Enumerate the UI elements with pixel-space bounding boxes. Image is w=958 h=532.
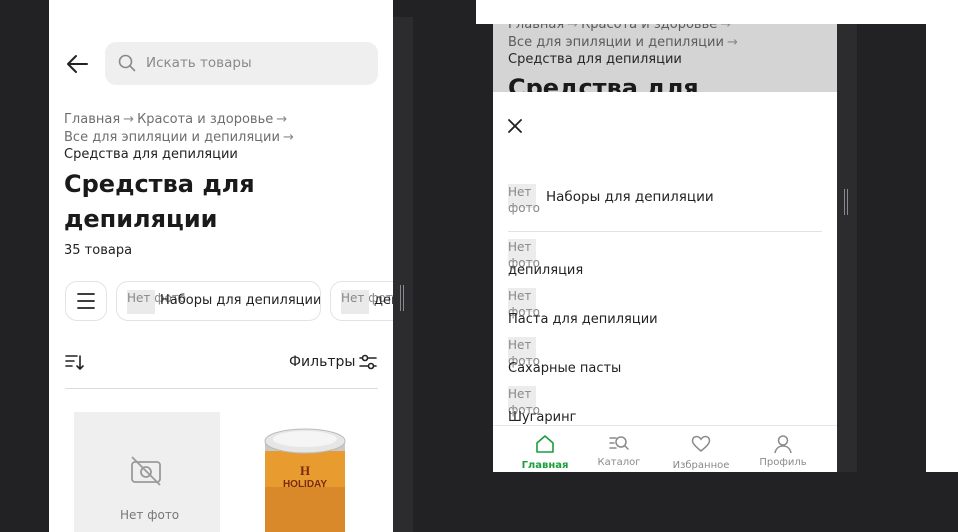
breadcrumb: Главная → Красота и здоровье → Все для эпил… [508, 24, 741, 69]
product-card-image[interactable]: Нет фото [74, 412, 220, 532]
tab-label: Главная [521, 460, 569, 471]
tab-home[interactable]: Главная [505, 426, 585, 472]
category-label: Паста для депиляции [508, 312, 658, 327]
heart-icon [691, 435, 711, 452]
breadcrumb-home[interactable]: Главная [64, 112, 120, 127]
breadcrumb: Главная → Красота и здоровье → Все для эпил… [64, 111, 297, 164]
divider [65, 388, 378, 389]
page-title: Средства для [508, 74, 699, 92]
breadcrumb-current: Средства для депиляции [508, 52, 682, 67]
filters-button[interactable]: Фильтры [289, 354, 355, 370]
no-photo-placeholder: Нет фото [508, 386, 540, 417]
no-photo-placeholder: Нет фото [508, 337, 540, 368]
breadcrumb-arrow-icon: → [567, 24, 579, 32]
product-image-holiday-can[interactable]: H HOLIDAY [263, 427, 347, 532]
search-placeholder: Искать товары [146, 55, 252, 71]
profile-icon [774, 435, 792, 454]
breadcrumb-epilation[interactable]: Все для эпиляции и депиляции [64, 130, 280, 145]
no-photo-icon [131, 456, 161, 486]
home-icon [536, 435, 554, 453]
search-icon [118, 54, 136, 72]
tab-profile[interactable]: Профиль [743, 426, 823, 472]
svg-text:H: H [300, 463, 310, 478]
product-brand: HOLIDAY [283, 479, 327, 490]
right-dark-bottom [476, 472, 958, 532]
chip-label: Наборы для депиляции [160, 293, 321, 308]
bottom-tab-bar: Главная Каталог Избранное Профиль [493, 425, 837, 472]
category-item-kits[interactable]: Нет фото Наборы для депиляции [508, 184, 822, 232]
breadcrumb-arrow-icon: → [726, 34, 738, 50]
tab-favorites[interactable]: Избранное [661, 426, 741, 472]
tab-label: Избранное [672, 460, 730, 471]
no-photo-placeholder: Нет фото [508, 239, 540, 270]
category-chip-depilation[interactable]: Нет фото депиляция [330, 281, 393, 321]
no-photo-placeholder: Нет фото [127, 290, 186, 314]
no-photo-text: Нет фото [120, 508, 180, 522]
categories-menu-button[interactable] [65, 281, 107, 321]
dimmed-page-overlay[interactable]: Главная → Красота и здоровье → Все для эпил… [493, 24, 837, 92]
left-resize-strip [393, 17, 413, 532]
menu-icon [77, 293, 95, 309]
category-label: депиляция [508, 263, 584, 278]
breadcrumb-current: Средства для депиляции [64, 147, 238, 162]
page-title: Средства для депиляции [64, 170, 255, 233]
breadcrumb-arrow-icon: → [123, 112, 135, 127]
back-arrow-icon[interactable] [65, 53, 89, 75]
right-resize-strip [837, 24, 857, 472]
search-input[interactable]: Искать товары [105, 42, 378, 85]
catalog-menu-sheet: Главная → Красота и здоровье → Все для эпил… [493, 24, 837, 472]
close-icon[interactable] [507, 118, 523, 134]
category-chip-kits[interactable]: Нет фото Наборы для депиляции [116, 281, 321, 321]
catalog-icon [609, 436, 629, 450]
center-dark-area-top [393, 0, 476, 17]
tab-catalog[interactable]: Каталог [579, 426, 659, 472]
tab-label: Профиль [759, 457, 807, 468]
category-item-depilation[interactable]: Нет фото депиляция [508, 239, 822, 285]
no-photo-placeholder: Нет фото [508, 288, 540, 319]
category-label: Шугаринг [508, 410, 577, 425]
no-photo-placeholder: Нет фото [508, 184, 540, 215]
breadcrumb-home: Главная [508, 24, 565, 32]
chip-label: депиляция [374, 293, 393, 308]
no-photo-placeholder: Нет фото [341, 290, 393, 314]
tab-label: Каталог [597, 457, 641, 468]
breadcrumb-epilation: Все для эпиляции и депиляции [508, 34, 724, 50]
breadcrumb-arrow-icon: → [276, 112, 288, 127]
right-resize-handle[interactable] [844, 189, 848, 215]
left-dark-margin [0, 0, 49, 532]
breadcrumb-arrow-icon: → [720, 24, 732, 32]
breadcrumb-arrow-icon: → [282, 129, 294, 145]
category-label: Сахарные пасты [508, 361, 622, 376]
left-resize-handle[interactable] [400, 285, 404, 311]
category-label: Наборы для депиляции [546, 189, 714, 205]
category-item-sugar-paste[interactable]: Нет фото Сахарные пасты [508, 337, 822, 383]
filters-icon[interactable] [358, 353, 378, 371]
catalog-page: Искать товары Главная → Красота и здоровье… [49, 17, 393, 532]
sort-icon[interactable] [65, 353, 85, 371]
product-count: 35 товара [64, 243, 133, 258]
right-dark-left-side [476, 24, 493, 472]
breadcrumb-beauty: Красота и здоровье [581, 24, 718, 32]
breadcrumb-beauty[interactable]: Красота и здоровье [137, 112, 273, 127]
category-item-paste[interactable]: Нет фото Паста для депиляции [508, 288, 822, 334]
